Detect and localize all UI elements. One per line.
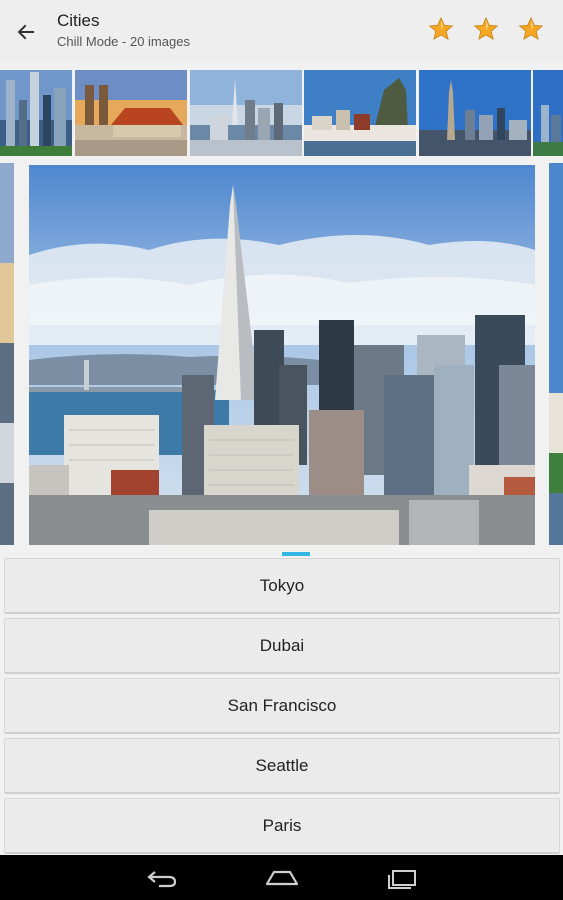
city-skyline-photo — [29, 165, 535, 545]
pager-indicator — [282, 552, 310, 556]
next-image-peek[interactable] — [549, 163, 563, 545]
back-button[interactable] — [10, 16, 42, 48]
star-icon — [472, 15, 500, 43]
thumb-skyline-dusk[interactable] — [0, 70, 72, 156]
arrow-left-icon — [17, 24, 34, 40]
thumb-harbor-rock[interactable] — [304, 70, 416, 156]
image-pager[interactable] — [0, 163, 563, 545]
star-icon — [427, 15, 455, 43]
rating-stars — [427, 15, 545, 43]
thumb-partial[interactable] — [533, 70, 563, 156]
nav-home-icon — [265, 870, 299, 886]
answer-button-san-francisco[interactable]: San Francisco — [4, 678, 560, 734]
nav-back-icon — [147, 871, 177, 888]
nav-home-button[interactable] — [262, 863, 302, 893]
nav-recents-button[interactable] — [382, 863, 422, 893]
title-block: Cities Chill Mode - 20 images — [57, 10, 190, 51]
thumb-tower-city[interactable] — [419, 70, 531, 156]
action-bar: Cities Chill Mode - 20 images — [0, 0, 563, 62]
previous-image-peek[interactable] — [0, 163, 14, 545]
page-subtitle: Chill Mode - 20 images — [57, 34, 190, 49]
thumbnail-strip[interactable] — [0, 70, 563, 156]
star-icon — [517, 15, 545, 43]
answer-button-dubai[interactable]: Dubai — [4, 618, 560, 674]
nav-back-button[interactable] — [142, 863, 182, 893]
app-screen: Cities Chill Mode - 20 images Tokyo Duba… — [0, 0, 563, 900]
answer-button-paris[interactable]: Paris — [4, 798, 560, 854]
page-title: Cities — [57, 11, 100, 30]
system-nav-bar — [0, 855, 563, 900]
answer-button-tokyo[interactable]: Tokyo — [4, 558, 560, 614]
thumb-bay-skyline[interactable] — [190, 70, 302, 156]
thumb-old-town-church[interactable] — [75, 70, 187, 156]
nav-recents-icon — [388, 870, 416, 889]
answer-button-seattle[interactable]: Seattle — [4, 738, 560, 794]
